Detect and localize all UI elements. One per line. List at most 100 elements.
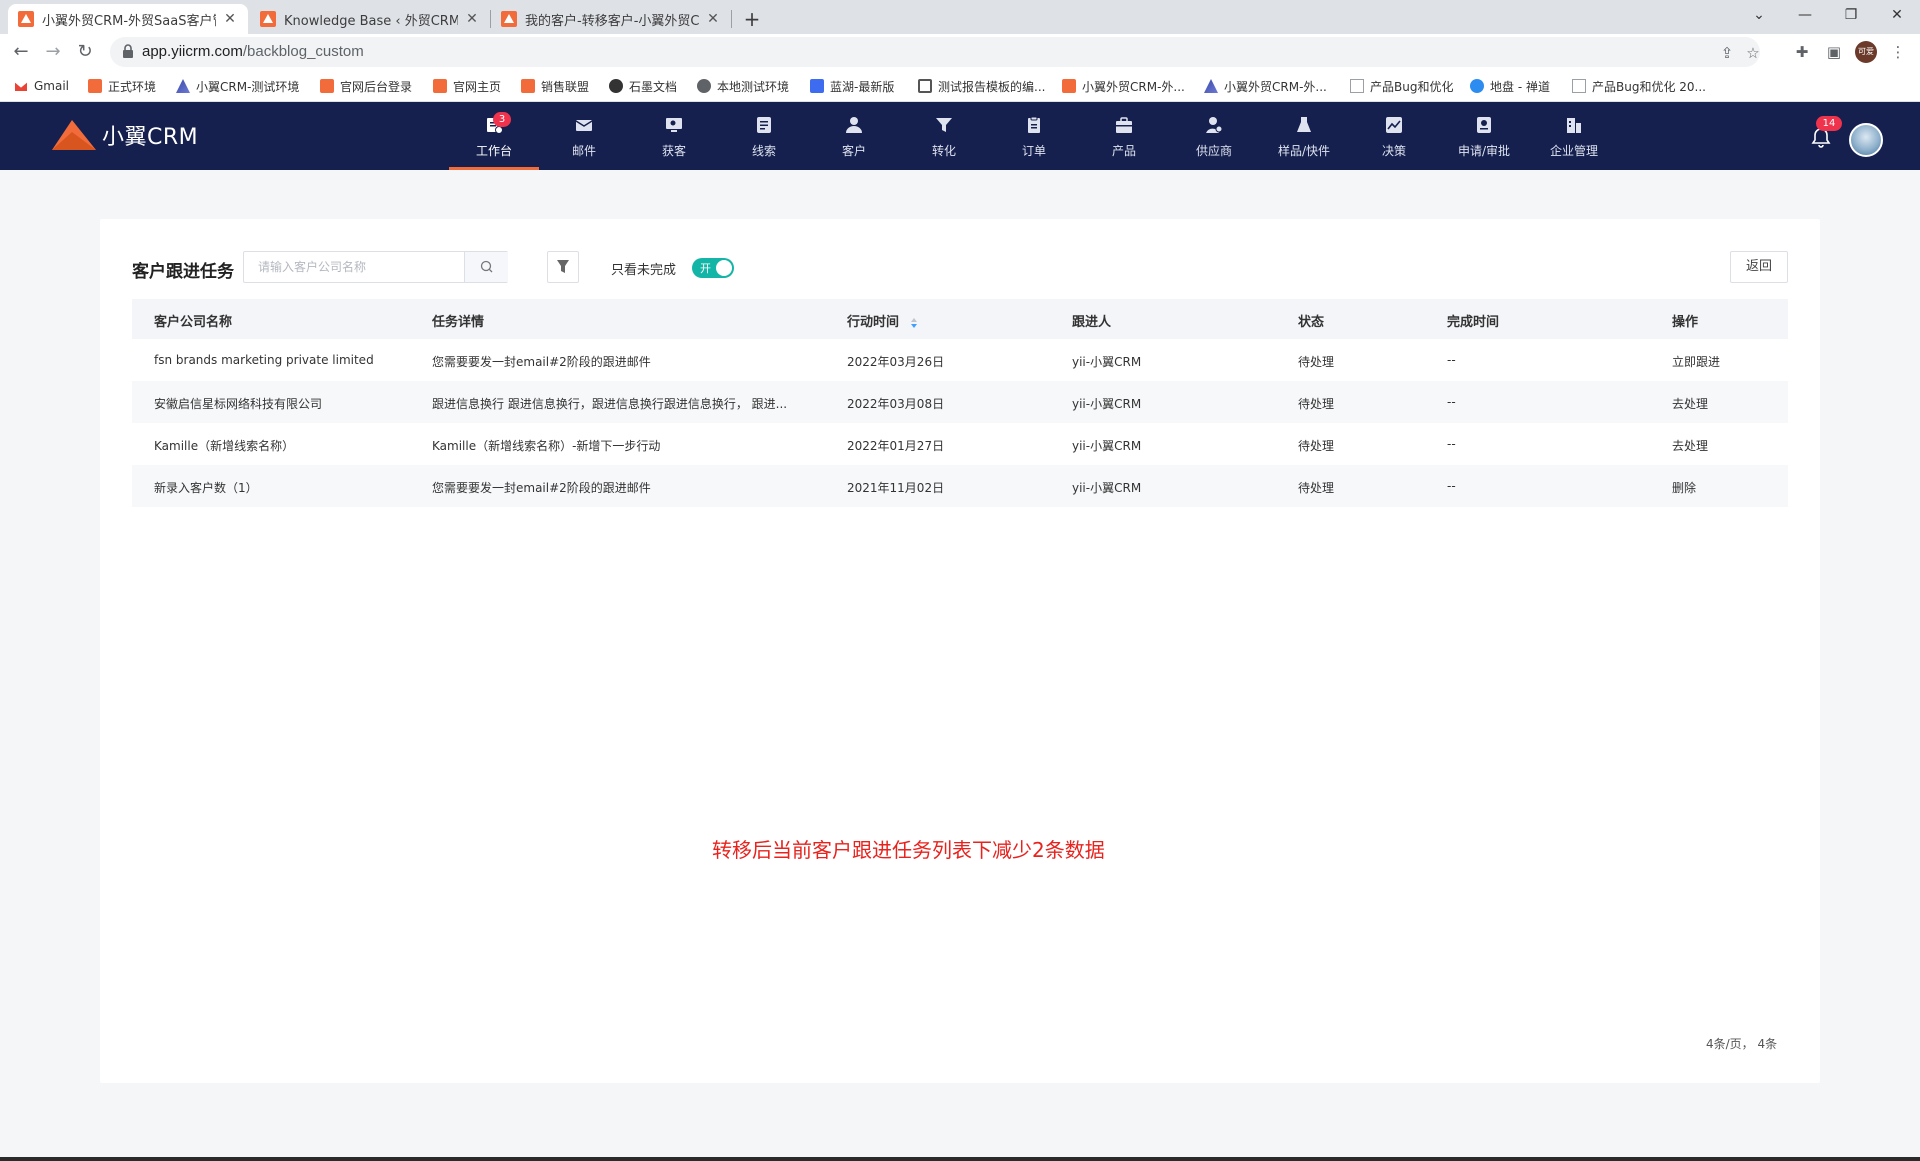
notification-badge: 14	[1816, 116, 1842, 131]
bookmark-label: Gmail	[34, 79, 70, 93]
nav-decision[interactable]: 决策	[1349, 102, 1439, 170]
yiicrm-favicon-icon	[18, 11, 34, 27]
nav-label: 供应商	[1195, 144, 1232, 158]
bookmark-star-icon[interactable]: ☆	[1744, 44, 1762, 62]
nav-label: 转化	[931, 144, 956, 158]
address-bar[interactable]: app.yiicrm.com/backblog_custom ⇪ ☆	[110, 37, 1760, 67]
nav-supplier[interactable]: 供应商	[1169, 102, 1259, 170]
bookmark-shimo[interactable]: 石墨文档	[609, 76, 677, 96]
bookmark-zentao[interactable]: 地盘 - 禅道	[1470, 76, 1550, 96]
extensions-icon[interactable]: ✚	[1792, 42, 1812, 62]
browser-tab-3[interactable]: 我的客户-转移客户-小翼外贸CR ✕	[491, 4, 731, 34]
search-button[interactable]	[464, 252, 508, 282]
bookmark-admin-login[interactable]: 官网后台登录	[320, 76, 412, 96]
browser-tab-1[interactable]: 小翼外贸CRM-外贸SaaS客户管理 ✕	[8, 4, 248, 34]
nav-order[interactable]: 订单	[989, 102, 1079, 170]
sort-icon[interactable]	[910, 317, 918, 329]
forward-arrow-icon[interactable]: →	[40, 39, 66, 65]
back-arrow-icon[interactable]: ←	[8, 39, 34, 65]
nav-mail[interactable]: 邮件	[539, 102, 629, 170]
side-panel-icon[interactable]: ▣	[1824, 42, 1844, 62]
gmail-icon	[14, 81, 28, 91]
bookmark-test-env[interactable]: 小翼CRM-测试环境	[176, 76, 299, 96]
lanhu-icon	[810, 79, 824, 93]
bookmark-gmail[interactable]: Gmail	[14, 76, 69, 96]
nav-approval[interactable]: 申请/审批	[1439, 102, 1529, 170]
cell-company: 新录入客户数（1）	[154, 481, 258, 495]
col-operation: 操作	[1672, 315, 1699, 330]
nav-enterprise[interactable]: 企业管理	[1529, 102, 1619, 170]
document-icon	[1350, 79, 1364, 93]
browser-tab-strip: 小翼外贸CRM-外贸SaaS客户管理 ✕ Knowledge Base ‹ 外贸…	[0, 0, 1920, 34]
leads-icon	[757, 117, 771, 133]
unfinished-only-toggle[interactable]: 开	[692, 258, 734, 278]
toggle-state-text: 开	[700, 262, 711, 275]
acquire-icon	[666, 118, 682, 132]
app-logo[interactable]: 小翼CRM	[50, 118, 198, 152]
nav-product[interactable]: 产品	[1079, 102, 1169, 170]
tab-close-icon[interactable]: ✕	[464, 11, 480, 27]
cell-company: Kamille（新增线索名称）	[154, 439, 295, 453]
search-icon	[480, 260, 493, 273]
table-row: Kamille（新增线索名称） Kamille（新增线索名称）-新增下一步行动 …	[132, 423, 1788, 465]
bookmark-local-test[interactable]: 本地测试环境	[697, 76, 789, 96]
back-button[interactable]: 返回	[1730, 251, 1788, 283]
bookmark-sales-alliance[interactable]: 销售联盟	[521, 76, 589, 96]
nav-customer[interactable]: 客户	[809, 102, 899, 170]
tab-close-icon[interactable]: ✕	[705, 11, 721, 27]
new-tab-button[interactable]: +	[738, 5, 766, 33]
follow-up-now-link[interactable]: 立即跟进	[1672, 353, 1720, 370]
maximize-icon[interactable]: ❐	[1828, 0, 1874, 30]
user-avatar[interactable]	[1849, 123, 1883, 157]
profile-avatar[interactable]: 可爱	[1855, 41, 1877, 63]
nav-workbench[interactable]: 3 工作台	[449, 102, 539, 170]
browser-tab-2[interactable]: Knowledge Base ‹ 外贸CRM-外 ✕	[250, 4, 490, 34]
yiicrm-icon	[433, 79, 447, 93]
delete-link[interactable]: 删除	[1672, 479, 1696, 496]
bookmark-prod-env[interactable]: 正式环境	[88, 76, 156, 96]
nav-label: 样品/快件	[1277, 144, 1331, 158]
bookmark-homepage[interactable]: 官网主页	[433, 76, 501, 96]
menu-icon[interactable]: ⋮	[1888, 42, 1908, 62]
nav-conversion[interactable]: 转化	[899, 102, 989, 170]
cell-action-time: 2022年01月27日	[847, 439, 945, 453]
nav-leads[interactable]: 线索	[719, 102, 809, 170]
reload-icon[interactable]: ↻	[72, 39, 98, 65]
taskbar-edge	[0, 1157, 1920, 1161]
toggle-knob	[716, 260, 732, 276]
enterprise-icon	[1567, 118, 1581, 133]
process-link[interactable]: 去处理	[1672, 437, 1708, 454]
bookmark-yiicrm-2[interactable]: 小翼外贸CRM-外...	[1204, 76, 1327, 96]
nav-acquire[interactable]: 获客	[629, 102, 719, 170]
tab-close-icon[interactable]: ✕	[222, 11, 238, 27]
document-icon	[1572, 79, 1586, 93]
nav-sample[interactable]: 样品/快件	[1259, 102, 1349, 170]
process-link[interactable]: 去处理	[1672, 395, 1708, 412]
filter-button[interactable]	[547, 251, 579, 283]
supplier-icon	[1206, 117, 1223, 133]
yiicrm-icon	[320, 79, 334, 93]
nav-label: 工作台	[475, 144, 512, 158]
triangle-logo-icon	[1204, 79, 1218, 93]
search-input[interactable]	[244, 252, 464, 282]
bookmark-yiicrm-1[interactable]: 小翼外贸CRM-外...	[1062, 76, 1185, 96]
bookmark-lanhu[interactable]: 蓝湖-最新版	[810, 76, 894, 96]
shimo-icon	[609, 79, 623, 93]
bookmark-bug-2[interactable]: 产品Bug和优化 20...	[1572, 76, 1706, 96]
cell-company: fsn brands marketing private limited	[154, 353, 374, 367]
cell-task-detail: 您需要要发一封email#2阶段的跟进邮件	[432, 355, 651, 369]
share-icon[interactable]: ⇪	[1718, 44, 1736, 62]
minimize-icon[interactable]: —	[1782, 0, 1828, 30]
cell-status: 待处理	[1298, 439, 1335, 453]
logo-text: 小翼CRM	[102, 125, 199, 150]
yiicrm-logo-icon	[52, 120, 96, 150]
col-action-time[interactable]: 行动时间	[847, 311, 918, 330]
product-icon	[1116, 117, 1132, 133]
triangle-logo-icon	[176, 79, 190, 93]
browser-toolbar: ← → ↻ app.yiicrm.com/backblog_custom ⇪ ☆…	[0, 34, 1920, 70]
tab-search-icon[interactable]: ⌄	[1736, 0, 1782, 30]
yiicrm-icon	[88, 79, 102, 93]
close-window-icon[interactable]: ✕	[1874, 0, 1920, 30]
bookmark-test-report[interactable]: 测试报告模板的编...	[918, 76, 1045, 96]
bookmark-bug-1[interactable]: 产品Bug和优化	[1350, 76, 1453, 96]
